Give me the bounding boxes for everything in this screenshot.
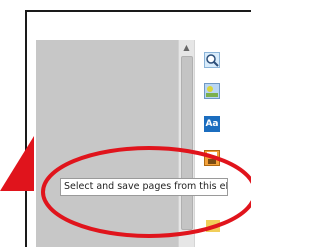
- red-annotation-arrow-icon: [0, 136, 34, 191]
- magnifier-icon[interactable]: [204, 52, 220, 68]
- red-highlight-ellipse: [41, 146, 251, 238]
- scroll-up-arrow-icon[interactable]: ▲: [179, 40, 194, 55]
- text-aa-icon[interactable]: Aa: [204, 116, 220, 132]
- image-icon[interactable]: [204, 83, 220, 99]
- text-aa-label: Aa: [205, 119, 219, 129]
